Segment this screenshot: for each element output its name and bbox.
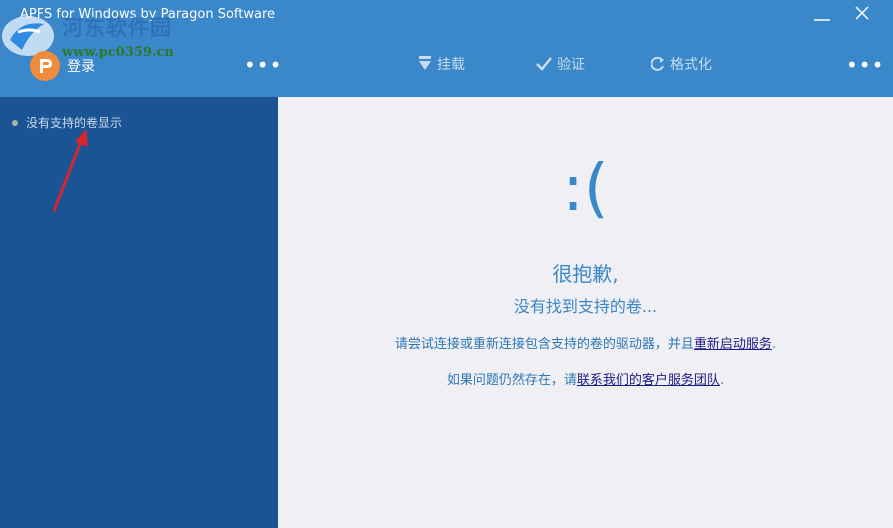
paragon-logo-icon — [30, 51, 60, 81]
minimize-button[interactable] — [808, 4, 836, 26]
contact-support-link[interactable]: 联系我们的客户服务团队 — [577, 373, 720, 388]
sad-face-icon: :( — [562, 152, 609, 226]
mount-label: 挂载 — [437, 57, 465, 73]
bullet-icon — [12, 119, 18, 126]
mount-button[interactable]: 挂载 — [418, 54, 465, 74]
login-button[interactable]: 登录 — [30, 51, 95, 81]
checkmark-icon — [536, 57, 552, 71]
mount-icon — [419, 56, 431, 70]
sorry-heading: 很抱歉, — [552, 262, 619, 286]
volume-sidebar: 没有支持的卷显示 — [0, 97, 278, 528]
more-options-right-button[interactable]: ••• — [846, 55, 884, 75]
close-icon — [855, 6, 869, 20]
verify-button[interactable]: 验证 — [536, 54, 585, 74]
main-panel: :( 很抱歉, 没有找到支持的卷... 请尝试连接或重新连接包含支持的卷的驱动器… — [278, 97, 893, 528]
format-button[interactable]: 格式化 — [651, 54, 712, 74]
refresh-icon — [651, 56, 664, 71]
close-button[interactable] — [848, 4, 876, 26]
login-label: 登录 — [67, 59, 95, 75]
retry-suffix: . — [771, 337, 777, 352]
retry-message: 请尝试连接或重新连接包含支持的卷的驱动器，并且重新启动服务. — [278, 333, 893, 352]
watermark-text: 河东软件园 — [62, 15, 172, 40]
no-volume-found-text: 没有找到支持的卷... — [513, 297, 658, 316]
retry-text: 请尝试连接或重新连接包含支持的卷的驱动器，并且 — [394, 337, 694, 352]
verify-label: 验证 — [557, 57, 585, 73]
format-label: 格式化 — [670, 57, 712, 73]
restart-service-link[interactable]: 重新启动服务 — [694, 337, 772, 352]
more-options-left-button[interactable]: ••• — [244, 55, 282, 75]
minimize-icon — [814, 19, 830, 21]
contact-text: 如果问题仍然存在，请 — [446, 373, 577, 388]
annotation-arrow-icon — [52, 129, 88, 212]
title-bar: APFS for Windows by Paragon Software 河东软… — [0, 0, 893, 97]
contact-suffix: . — [719, 373, 725, 388]
contact-message: 如果问题仍然存在，请联系我们的客户服务团队. — [278, 369, 893, 388]
